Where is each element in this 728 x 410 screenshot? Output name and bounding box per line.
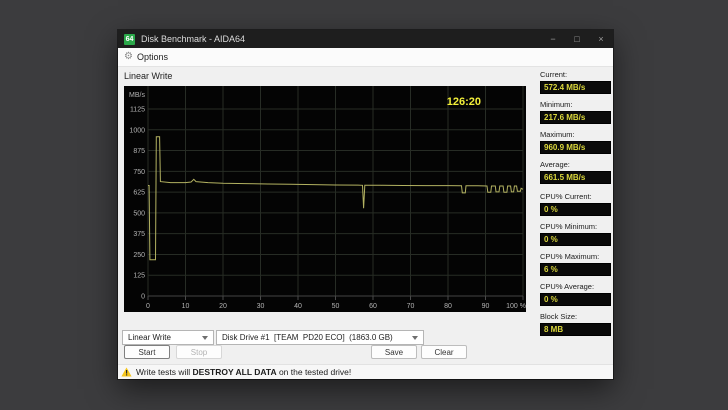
- stat-label: CPU% Maximum:: [540, 252, 600, 261]
- test-type-select[interactable]: Linear Write: [122, 330, 214, 345]
- svg-text:375: 375: [133, 231, 145, 238]
- svg-text:MB/s: MB/s: [129, 92, 145, 99]
- window-title: Disk Benchmark - AIDA64: [141, 34, 246, 44]
- stat-value: 960.9 MB/s: [540, 141, 611, 154]
- menu-options[interactable]: ⚙ Options: [118, 48, 177, 66]
- title-bar: 64 Disk Benchmark - AIDA64 − □ ×: [118, 30, 613, 48]
- stat-item: CPU% Minimum: 0 %: [540, 222, 611, 246]
- svg-text:30: 30: [257, 303, 265, 310]
- close-button[interactable]: ×: [589, 30, 613, 48]
- stat-label: Maximum:: [540, 130, 575, 139]
- stat-value: 0 %: [540, 293, 611, 306]
- stat-label: Current:: [540, 70, 568, 79]
- maximize-button[interactable]: □: [565, 30, 589, 48]
- stat-value: 661.5 MB/s: [540, 171, 611, 184]
- chevron-down-icon: [412, 335, 418, 340]
- stat-item: CPU% Average: 0 %: [540, 282, 611, 306]
- svg-text:40: 40: [294, 303, 302, 310]
- clear-button[interactable]: Clear: [421, 345, 467, 359]
- desktop: 64 Disk Benchmark - AIDA64 − □ × ⚙ Optio…: [0, 0, 728, 410]
- svg-text:125: 125: [133, 273, 145, 280]
- stat-item: Block Size: 8 MB: [540, 312, 611, 336]
- stat-item: Current: 572.4 MB/s: [540, 70, 611, 94]
- stat-value: 6 %: [540, 263, 611, 276]
- svg-text:50: 50: [332, 303, 340, 310]
- aida64-app-icon: 64: [124, 33, 135, 45]
- stat-label: Average:: [540, 160, 570, 169]
- stat-item: Maximum: 960.9 MB/s: [540, 130, 611, 154]
- stat-label: Minimum:: [540, 100, 573, 109]
- svg-text:60: 60: [369, 303, 377, 310]
- svg-text:625: 625: [133, 190, 145, 197]
- stat-item: CPU% Current: 0 %: [540, 192, 611, 216]
- stat-value: 572.4 MB/s: [540, 81, 611, 94]
- stat-item: Minimum: 217.6 MB/s: [540, 100, 611, 124]
- svg-text:0: 0: [146, 303, 150, 310]
- chevron-down-icon: [202, 335, 208, 340]
- gear-icon: ⚙: [124, 51, 133, 62]
- stat-value: 8 MB: [540, 323, 611, 336]
- svg-text:70: 70: [407, 303, 415, 310]
- svg-text:1125: 1125: [130, 107, 145, 114]
- stop-button[interactable]: Stop: [176, 345, 222, 359]
- stats-panel: Current: 572.4 MB/s Minimum: 217.6 MB/s Maxi…: [540, 70, 611, 342]
- svg-text:750: 750: [133, 169, 145, 176]
- stat-label: CPU% Current:: [540, 192, 592, 201]
- svg-text:100 %: 100 %: [506, 303, 526, 310]
- window-controls: − □ ×: [541, 30, 613, 48]
- minimize-button[interactable]: −: [541, 30, 565, 48]
- stat-value: 0 %: [540, 203, 611, 216]
- stat-value: 217.6 MB/s: [540, 111, 611, 124]
- svg-text:20: 20: [219, 303, 227, 310]
- test-title: Linear Write: [124, 71, 173, 81]
- svg-text:1000: 1000: [129, 127, 145, 134]
- chart-svg: 0 10 20 30 40 50 60 70 80 90 100 % 0 125 250 375 500 625…: [129, 86, 526, 310]
- stat-item: CPU% Maximum: 6 %: [540, 252, 611, 276]
- test-type-value: Linear Write: [128, 333, 171, 342]
- svg-text:80: 80: [444, 303, 452, 310]
- svg-text:126:20: 126:20: [447, 96, 481, 108]
- svg-text:90: 90: [482, 303, 490, 310]
- start-button[interactable]: Start: [124, 345, 170, 359]
- svg-text:0: 0: [141, 294, 145, 301]
- stat-label: Block Size:: [540, 312, 578, 321]
- svg-text:500: 500: [133, 210, 145, 217]
- svg-text:10: 10: [182, 303, 190, 310]
- save-button[interactable]: Save: [371, 345, 417, 359]
- warning-icon: [121, 367, 132, 377]
- drive-select-value: Disk Drive #1 [TEAM PD20 ECO] (1863.0 GB…: [222, 333, 393, 342]
- benchmark-chart: 0 10 20 30 40 50 60 70 80 90 100 % 0 125 250 375 500 625…: [124, 86, 526, 312]
- drive-select[interactable]: Disk Drive #1 [TEAM PD20 ECO] (1863.0 GB…: [216, 330, 424, 345]
- stat-label: CPU% Minimum:: [540, 222, 598, 231]
- warning-bar: Write tests will DESTROY ALL DATA on the…: [118, 364, 613, 379]
- svg-text:250: 250: [133, 252, 145, 259]
- disk-benchmark-window: 64 Disk Benchmark - AIDA64 − □ × ⚙ Optio…: [118, 30, 613, 379]
- stat-value: 0 %: [540, 233, 611, 246]
- warning-text: Write tests will DESTROY ALL DATA on the…: [136, 367, 352, 377]
- menu-bar: ⚙ Options: [118, 48, 613, 67]
- stat-label: CPU% Average:: [540, 282, 595, 291]
- svg-text:875: 875: [133, 148, 145, 155]
- menu-options-label: Options: [136, 52, 168, 62]
- stat-item: Average: 661.5 MB/s: [540, 160, 611, 184]
